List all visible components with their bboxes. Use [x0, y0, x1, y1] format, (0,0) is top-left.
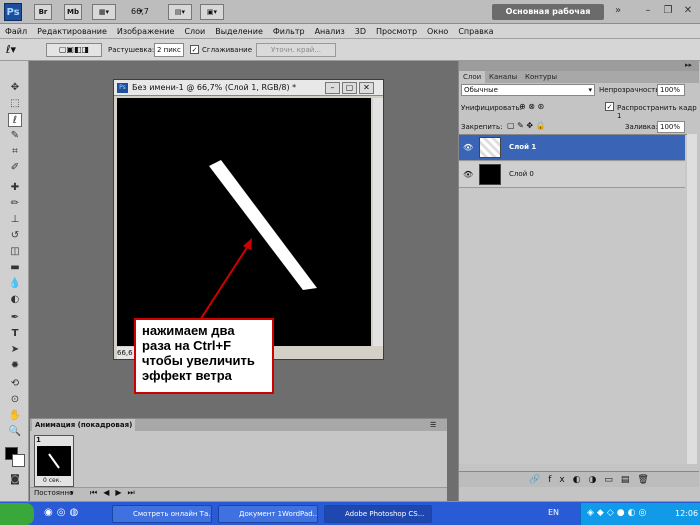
fill-label: Заливка:: [625, 123, 658, 131]
chevron-down-icon: ▾: [588, 86, 592, 94]
quick-launch-icons[interactable]: ◉◎◍: [44, 507, 82, 518]
playback-icons[interactable]: ⏮◀▶⏭: [90, 488, 141, 498]
blend-mode-select[interactable]: Обычные ▾: [461, 84, 595, 96]
layer-name[interactable]: Слой 1: [509, 143, 536, 151]
animation-controls: Постоянно ▾ ⏮◀▶⏭: [30, 487, 447, 501]
fill-input[interactable]: 100%: [657, 121, 685, 133]
loop-chevron-icon[interactable]: ▾: [70, 489, 74, 497]
panel-header-bar: [459, 61, 699, 71]
propagate-label: Распространить кадр 1: [617, 104, 697, 120]
clock: 12:06: [675, 509, 699, 518]
task-wordpad[interactable]: Документ 1WordPad...: [218, 505, 318, 523]
opacity-label: Непрозрачность:: [599, 86, 662, 94]
lock-icons[interactable]: ▢ ✎ ✥ 🔒: [507, 121, 546, 130]
blend-mode-value: Обычные: [464, 86, 498, 94]
eye-icon[interactable]: 👁: [463, 143, 473, 152]
layer-thumbnail: [479, 137, 501, 158]
layers-panel: ▸▸ Слои Каналы Контуры Обычные ▾ Непрозр…: [458, 61, 700, 501]
layer-thumbnail: [479, 164, 501, 185]
layer-row-1[interactable]: 👁 Слой 1: [459, 135, 685, 161]
frame-thumbnail: [37, 446, 71, 476]
animation-panel: Анимация (покадровая) ☰ 1 0 сек. Постоян…: [30, 418, 447, 501]
panel-tabs: Слои Каналы Контуры: [459, 71, 699, 83]
language-indicator[interactable]: EN: [548, 508, 559, 517]
loop-select[interactable]: Постоянно: [34, 489, 73, 497]
frame-delay[interactable]: 0 сек.: [43, 477, 61, 484]
eye-icon[interactable]: 👁: [463, 170, 473, 179]
annotation-callout: нажимаем два раза на Ctrl+F чтобы увелич…: [134, 318, 274, 394]
system-tray: ◈◆◇●◐◎ 12:06: [580, 503, 700, 525]
layers-footer-icons[interactable]: 🔗fx◐◑▭▤🗑: [459, 471, 699, 487]
task-photoshop[interactable]: Adobe Photoshop CS...: [324, 505, 432, 523]
tab-channels[interactable]: Каналы: [485, 71, 521, 83]
lock-label: Закрепить:: [461, 123, 503, 131]
frame-1[interactable]: 1 0 сек.: [34, 435, 74, 487]
frame-number: 1: [36, 436, 41, 444]
unify-label: Унифицировать:: [461, 104, 522, 112]
propagate-checkbox[interactable]: ✓: [605, 102, 614, 111]
tab-paths[interactable]: Контуры: [521, 71, 561, 83]
frame-thumbnail-art: [48, 453, 60, 469]
layers-list: 👁 Слой 1 👁 Слой 0: [459, 134, 687, 464]
panel-collapse-icon[interactable]: ▸▸: [685, 61, 692, 69]
tab-layers[interactable]: Слои: [459, 71, 486, 83]
opacity-input[interactable]: 100%: [657, 84, 685, 96]
animation-tab[interactable]: Анимация (покадровая): [32, 419, 136, 431]
layers-scrollbar[interactable]: [687, 134, 697, 464]
panel-menu-icon[interactable]: ☰: [430, 419, 436, 431]
start-button[interactable]: [0, 503, 34, 525]
tray-icons[interactable]: ◈◆◇●◐◎: [587, 508, 649, 518]
windows-taskbar: ◉◎◍ Смотреть онлайн Та... Документ 1Word…: [0, 501, 700, 525]
unify-icons[interactable]: ⊕ ⊗ ⊛: [519, 102, 544, 111]
layer-row-0[interactable]: 👁 Слой 0: [459, 162, 685, 188]
animation-tab-bar: Анимация (покадровая) ☰: [30, 419, 447, 431]
layer-name[interactable]: Слой 0: [509, 170, 534, 178]
task-browser[interactable]: Смотреть онлайн Та...: [112, 505, 212, 523]
